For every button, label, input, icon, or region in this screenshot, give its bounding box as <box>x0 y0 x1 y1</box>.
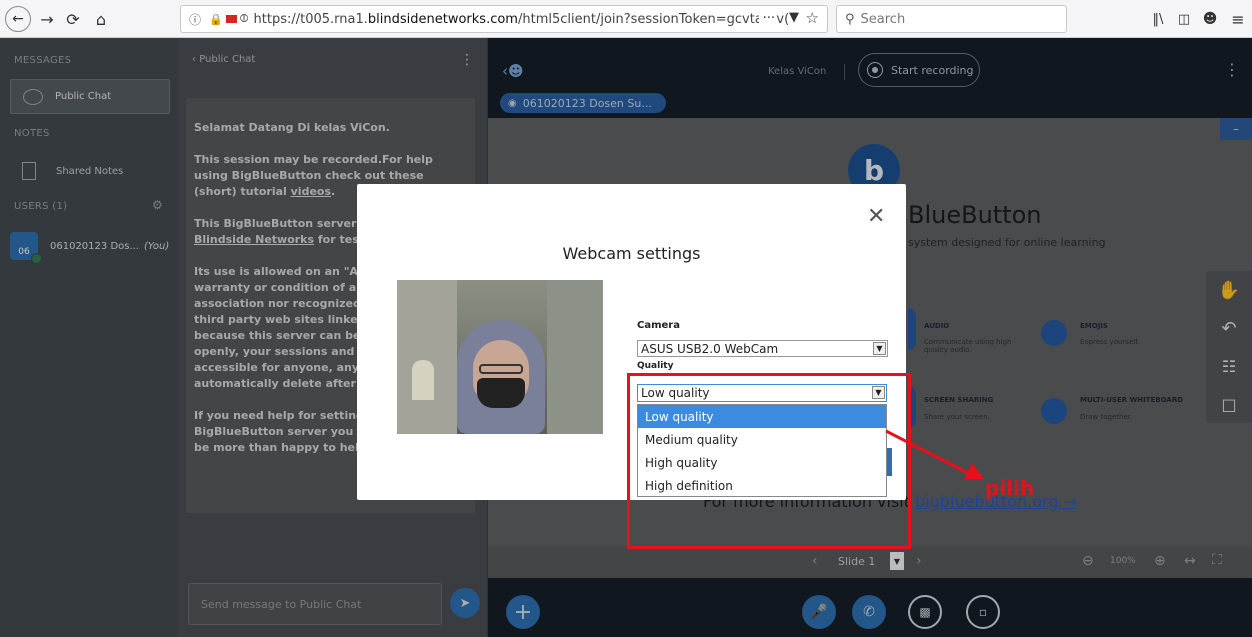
url-prefix: https://t005.rna1. <box>253 11 368 27</box>
menu-icon[interactable]: ≡ <box>1228 7 1248 31</box>
search-placeholder: Search <box>860 11 906 27</box>
chevron-down-icon: ▼ <box>873 342 886 355</box>
url-bar[interactable]: ⓘ 🔒 ⦷ https://t005.rna1.blindsidenetwork… <box>180 5 828 33</box>
close-icon[interactable]: ✕ <box>867 204 885 229</box>
annotation-label: pilih <box>985 476 1035 500</box>
mic-blocked-icon[interactable]: ⦷ <box>240 12 249 26</box>
account-icon[interactable]: ☻ <box>1200 7 1220 31</box>
quality-label: Quality <box>637 361 674 371</box>
reload-icon[interactable]: ⟳ <box>62 7 84 31</box>
sidebar-icon[interactable]: ◫ <box>1174 7 1194 31</box>
info-icon[interactable]: ⓘ <box>189 11 201 28</box>
quality-select-value: Low quality <box>641 386 710 400</box>
webcam-preview <box>397 280 603 434</box>
search-icon: ⚲ <box>845 11 855 27</box>
annotation-arrow <box>885 429 984 479</box>
chevron-down-icon: ▼ <box>872 386 885 399</box>
url-domain: blindsidenetworks.com <box>367 11 518 27</box>
modal-title: Webcam settings <box>562 244 701 263</box>
pocket-icon[interactable]: ▼ <box>789 10 799 25</box>
back-icon[interactable]: ← <box>5 6 31 32</box>
quality-option[interactable]: Medium quality <box>638 428 886 451</box>
camera-select-value: ASUS USB2.0 WebCam <box>641 341 779 356</box>
quality-dropdown-list: Low quality Medium quality High quality … <box>637 404 887 497</box>
quality-option[interactable]: High quality <box>638 451 886 474</box>
camera-permission-icon[interactable] <box>225 15 237 23</box>
browser-toolbar: ← → ⟳ ⌂ ⓘ 🔒 ⦷ https://t005.rna1.blindsid… <box>0 0 1252 38</box>
bookmark-star-icon[interactable]: ☆ <box>806 9 819 27</box>
page-actions-icon[interactable]: ··· <box>758 11 775 26</box>
url-suffix: /html5client/join?sessionToken=gcvtar2v( <box>517 11 790 27</box>
library-icon[interactable]: ‖\ <box>1148 7 1168 31</box>
camera-label: Camera <box>637 320 680 331</box>
screen: ← → ⟳ ⌂ ⓘ 🔒 ⦷ https://t005.rna1.blindsid… <box>0 0 1252 637</box>
forward-icon[interactable]: → <box>36 7 58 31</box>
quality-select[interactable]: Low quality ▼ <box>637 384 887 402</box>
quality-option[interactable]: Low quality <box>638 405 886 428</box>
search-bar[interactable]: ⚲ Search <box>836 5 1067 33</box>
home-icon[interactable]: ⌂ <box>90 7 112 31</box>
quality-option[interactable]: High definition <box>638 474 886 497</box>
lock-icon: 🔒 <box>209 12 223 26</box>
camera-select[interactable]: ASUS USB2.0 WebCam ▼ <box>637 340 888 357</box>
